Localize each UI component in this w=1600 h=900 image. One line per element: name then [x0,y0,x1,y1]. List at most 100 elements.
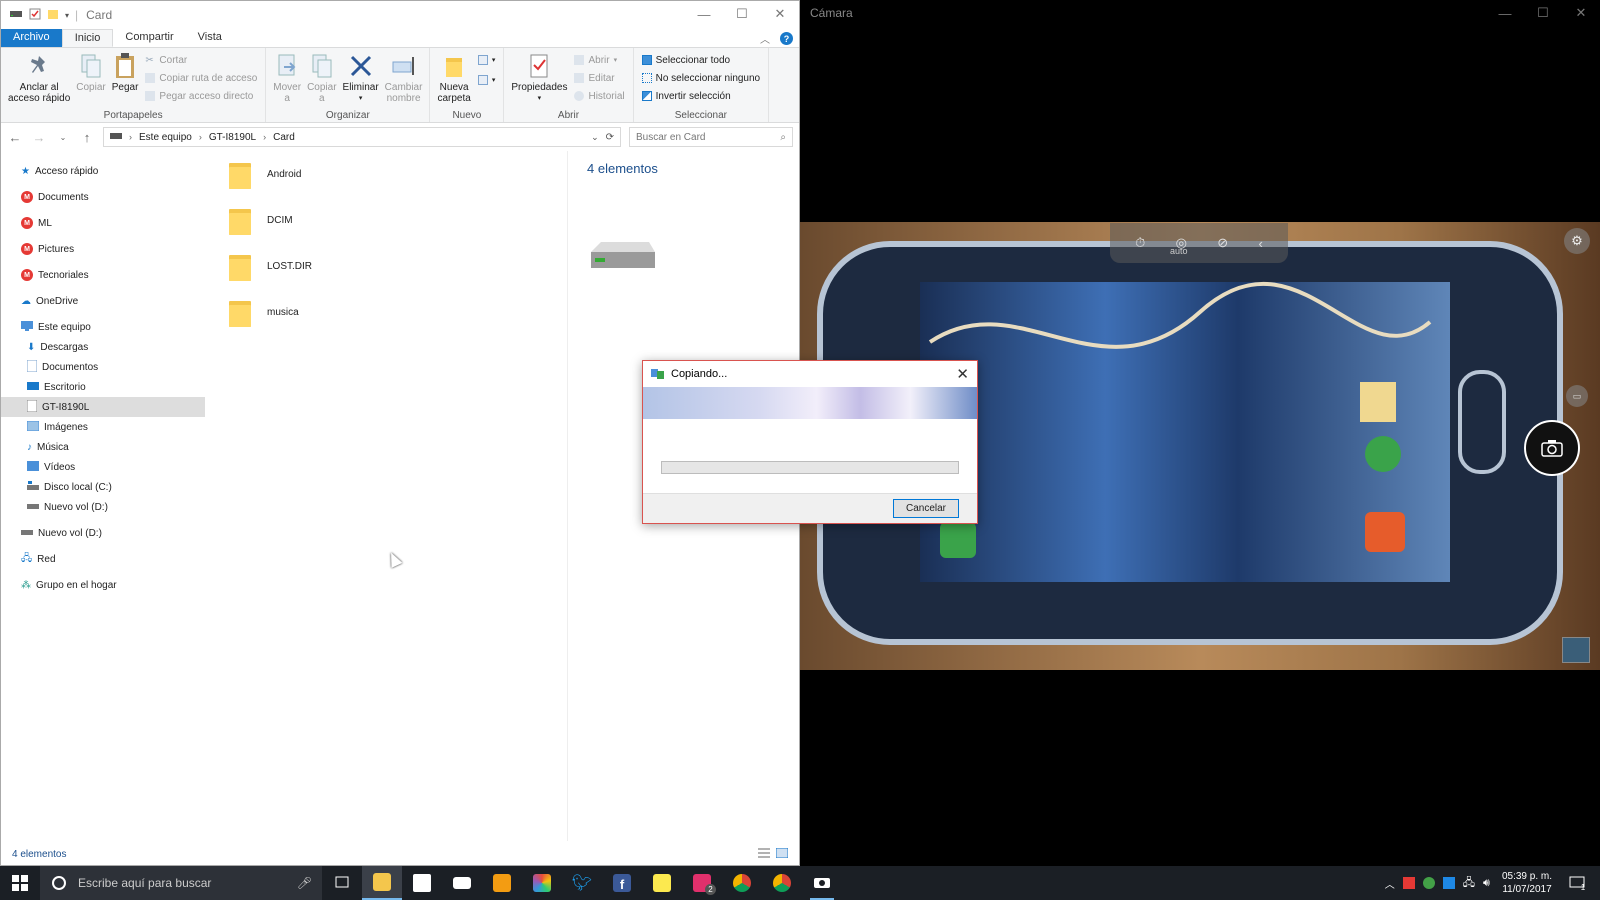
minimize-icon[interactable]: — [1486,0,1524,26]
cancel-button[interactable]: Cancelar [893,499,959,518]
close-icon[interactable]: ✕ [956,365,969,383]
taskbar-instagram[interactable]: 2 [682,866,722,900]
rename-button[interactable]: Cambiar nombre [382,51,426,106]
app-tray-icon[interactable] [1442,877,1455,889]
address-bar[interactable]: › Este equipo › GT-I8190L › Card ⌄ ⟳ [103,127,621,147]
forward-arrow-icon[interactable]: → [31,130,47,145]
taskbar-camera[interactable] [802,866,842,900]
search-box[interactable]: Buscar en Card ⌕ [629,127,793,147]
pane-divider[interactable] [567,151,568,841]
copy-button[interactable]: Copiar [73,51,108,106]
up-arrow-icon[interactable]: ↑ [79,130,95,145]
large-icons-view-icon[interactable] [775,847,789,861]
timer-icon[interactable]: ⏱ [1135,235,1145,251]
properties-qat-icon[interactable] [29,8,41,23]
take-photo-button[interactable] [1524,420,1580,476]
nav-quick-access[interactable]: ★ Acceso rápido [1,161,205,181]
paste-button[interactable]: Pegar [109,51,142,106]
collapse-ribbon-icon[interactable]: ︿ [760,31,770,46]
nav-homegroup[interactable]: ⁂ Grupo en el hogar [1,575,205,595]
nav-local-disk[interactable]: Disco local (C:) [1,477,205,497]
collapse-chevron-icon[interactable]: ‹ [1258,236,1262,251]
show-hidden-icons-icon[interactable]: ︿ [1385,876,1395,891]
pin-quick-access-button[interactable]: Anclar al acceso rápido [5,51,73,106]
nav-videos[interactable]: Vídeos [1,457,205,477]
open-button[interactable]: Abrir ▾ [574,53,624,67]
nav-music[interactable]: ♪ Música [1,437,205,457]
taskbar-mail[interactable] [442,866,482,900]
easy-access-button[interactable]: ▾ [477,73,495,87]
nav-documents-ml[interactable]: M Documents [1,187,205,207]
tab-archivo[interactable]: Archivo [1,29,62,47]
nav-tecnoriales[interactable]: M Tecnoriales [1,265,205,285]
history-button[interactable]: Historial [574,89,625,103]
nav-pictures[interactable]: M Pictures [1,239,205,259]
copy-path-button[interactable]: Copiar ruta de acceso [145,71,257,85]
tab-inicio[interactable]: Inicio [61,29,114,47]
taskbar-search-input[interactable]: Escribe aquí para buscar [78,876,211,890]
task-view-button[interactable] [322,866,362,900]
select-all-button[interactable]: Seleccionar todo [641,53,761,67]
taskbar-sticky-notes[interactable] [642,866,682,900]
taskbar-store[interactable] [402,866,442,900]
copy-to-button[interactable]: Copiar a [304,51,339,106]
maximize-icon[interactable]: ☐ [1524,0,1562,26]
cut-button[interactable]: ✂ Cortar [145,53,257,67]
new-folder-button[interactable]: Nueva carpeta [434,51,473,106]
close-icon[interactable]: ✕ [1562,0,1600,26]
nav-images[interactable]: Imágenes [1,417,205,437]
nav-documentos[interactable]: Documentos [1,357,205,377]
video-mode-icon[interactable]: ▭ [1566,385,1588,407]
nav-desktop[interactable]: Escritorio [1,377,205,397]
nav-downloads[interactable]: ⬇ Descargas [1,337,205,357]
taskbar-search-box[interactable]: Escribe aquí para buscar 🎤︎ [40,866,322,900]
volume-icon[interactable]: 🔊︎ [1483,877,1490,890]
refresh-icon[interactable]: ⟳ [606,132,614,143]
list-item[interactable]: DCIM [215,197,565,243]
nav-this-pc[interactable]: Este equipo [1,317,205,337]
move-to-button[interactable]: Mover a [270,51,304,106]
taskbar-file-explorer[interactable] [362,866,402,900]
nav-new-vol[interactable]: Nuevo vol (D:) [1,523,205,543]
list-item[interactable]: musica [215,289,565,335]
back-arrow-icon[interactable]: ← [7,130,23,145]
action-center-button[interactable]: 1 [1564,872,1590,894]
address-dropdown-icon[interactable]: ⌄ [591,132,599,143]
delete-button[interactable]: Eliminar ▾ [340,51,382,106]
nav-device[interactable]: GT-I8190L [1,397,205,417]
tab-vista[interactable]: Vista [186,29,234,47]
maximize-icon[interactable]: ☐ [723,1,761,27]
tab-compartir[interactable]: Compartir [113,29,185,47]
list-item[interactable]: Android [215,151,565,197]
details-view-icon[interactable] [758,848,770,861]
breadcrumb-este-equipo[interactable]: Este equipo [139,132,192,143]
recent-locations-icon[interactable]: ⌄ [55,133,71,142]
taskbar-twitter[interactable]: 🐦︎ [562,866,602,900]
search-input[interactable]: Buscar en Card [636,132,705,143]
network-tray-icon[interactable]: 🖧 [1463,874,1475,893]
camera-settings-gear-icon[interactable]: ⚙ [1564,228,1590,254]
minimize-icon[interactable]: — [685,1,723,27]
properties-button[interactable]: Propiedades ▾ [508,51,570,106]
select-none-button[interactable]: No seleccionar ninguno [641,71,760,85]
qat-dropdown-icon[interactable]: ▾ [65,11,69,20]
help-icon[interactable]: ? [780,32,793,45]
antivirus-tray-icon[interactable] [1402,877,1415,889]
breadcrumb-card[interactable]: Card [273,132,295,143]
exposure-icon[interactable]: ⊘ [1217,235,1228,251]
microphone-icon[interactable]: 🎤︎ [297,876,312,890]
nav-new-vol-sub[interactable]: Nuevo vol (D:) [1,497,205,517]
taskbar-chrome-2[interactable] [762,866,802,900]
nav-onedrive[interactable]: ☁ OneDrive [1,291,205,311]
new-item-button[interactable]: ▾ [477,53,495,67]
taskbar-photos[interactable] [522,866,562,900]
list-item[interactable]: LOST.DIR [215,243,565,289]
taskbar-facebook[interactable]: f [602,866,642,900]
edit-button[interactable]: Editar [574,71,624,85]
invert-selection-button[interactable]: Invertir selección [641,89,761,103]
taskbar-media-player[interactable] [482,866,522,900]
new-folder-qat-icon[interactable] [47,8,59,23]
last-photo-thumbnail[interactable] [1562,637,1590,663]
paste-shortcut-button[interactable]: Pegar acceso directo [145,89,257,103]
start-button[interactable] [0,866,40,900]
